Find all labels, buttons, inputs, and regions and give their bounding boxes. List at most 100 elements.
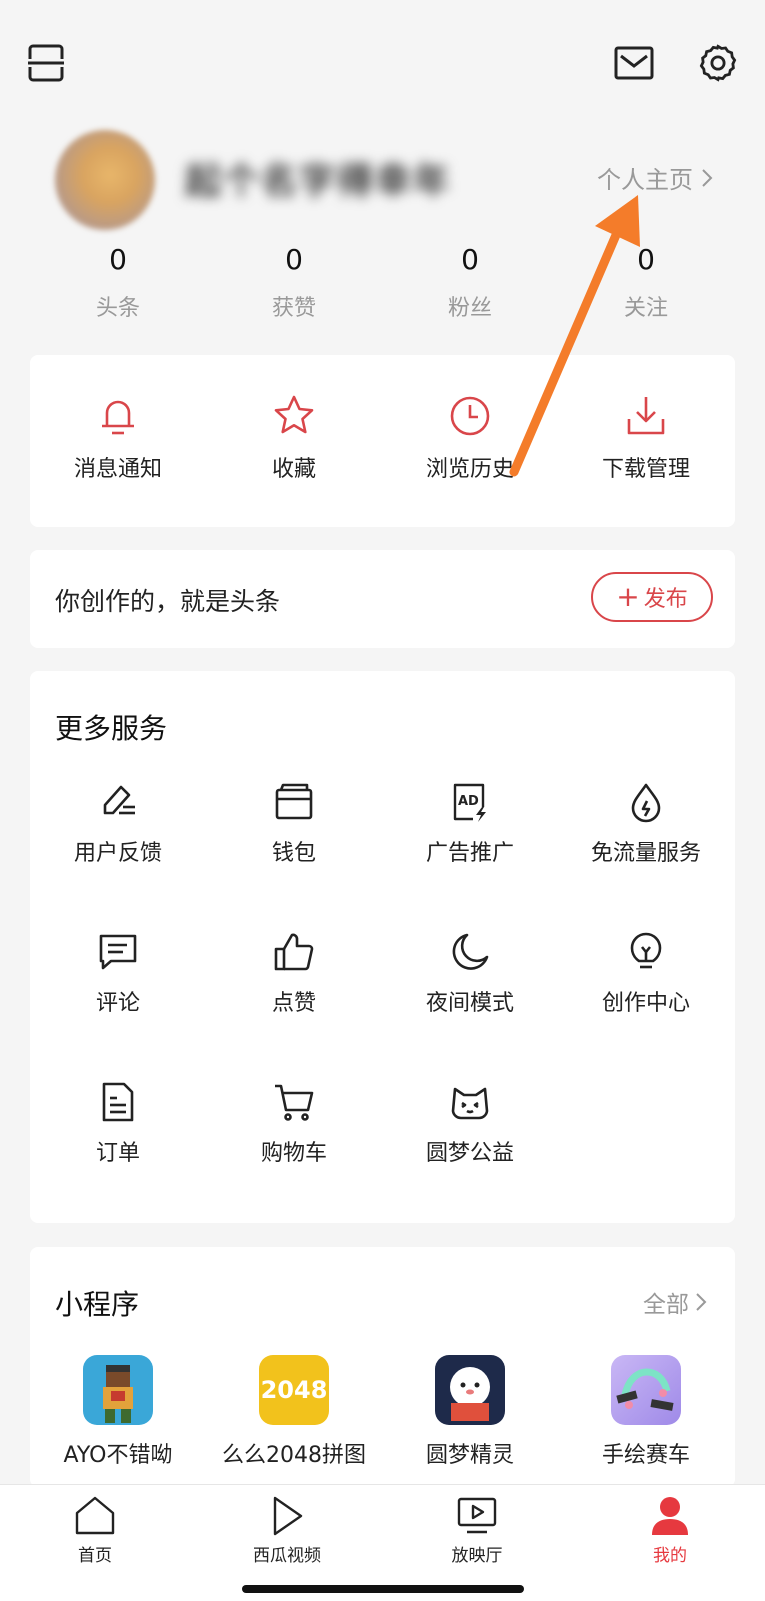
settings-gear-icon[interactable] xyxy=(693,38,743,88)
quick-action-downloads[interactable]: 下载管理 xyxy=(558,393,734,483)
mail-icon[interactable] xyxy=(609,38,659,88)
mini-program-label: 圆梦精灵 xyxy=(425,1443,514,1468)
stat-likes[interactable]: 0 获赞 xyxy=(206,240,382,322)
mini-program-label: 么么2048拼图 xyxy=(222,1443,366,1468)
service-label: 评论 xyxy=(95,991,140,1016)
quick-action-notifications[interactable]: 消息通知 xyxy=(30,393,206,483)
avatar[interactable] xyxy=(55,130,155,230)
quick-action-label: 浏览历史 xyxy=(425,457,514,482)
publish-button[interactable]: + 发布 xyxy=(591,572,713,622)
document-icon xyxy=(102,1082,134,1122)
service-night-mode[interactable]: 夜间模式 xyxy=(382,931,558,1081)
stat-label: 粉丝 xyxy=(447,296,492,321)
service-label: 订单 xyxy=(95,1141,140,1166)
nav-xigua-video[interactable]: 西瓜视频 xyxy=(222,1495,352,1566)
clock-icon xyxy=(450,396,490,436)
ayo-app-icon xyxy=(83,1355,153,1425)
download-icon xyxy=(627,397,665,435)
username[interactable]: 起个名字得幸年 xyxy=(185,152,451,204)
mini-programs-all-link[interactable]: 全部 xyxy=(643,1285,707,1319)
nav-label: 首页 xyxy=(78,1546,112,1566)
stat-value: 0 xyxy=(637,243,655,276)
scan-icon[interactable] xyxy=(21,38,71,88)
personal-homepage-link[interactable]: 个人主页 xyxy=(597,160,713,195)
stat-label: 关注 xyxy=(623,296,668,321)
service-label: 点赞 xyxy=(271,991,316,1016)
thumbs-up-icon xyxy=(274,933,314,971)
section-title: 更多服务 xyxy=(55,712,168,745)
quick-action-favorites[interactable]: 收藏 xyxy=(206,393,382,483)
service-shopping-cart[interactable]: 购物车 xyxy=(206,1081,382,1231)
homepage-link-label: 个人主页 xyxy=(597,166,693,194)
service-creator-center[interactable]: 创作中心 xyxy=(558,931,734,1081)
mini-programs-card: 小程序 全部 AYO不错呦 2048 么么2048拼图 圆梦精灵 手绘赛车 xyxy=(30,1247,735,1487)
service-label: 钱包 xyxy=(271,841,316,866)
star-icon xyxy=(274,395,314,434)
service-orders[interactable]: 订单 xyxy=(30,1081,206,1231)
stat-label: 头条 xyxy=(95,296,140,321)
cart-icon xyxy=(275,1084,314,1121)
service-empty-slot xyxy=(558,1081,734,1231)
racing-app-icon xyxy=(611,1355,681,1425)
nav-home[interactable]: 首页 xyxy=(30,1495,160,1566)
plus-icon: + xyxy=(616,580,640,613)
service-data-free[interactable]: 免流量服务 xyxy=(558,781,734,931)
dream-spirit-app-icon xyxy=(435,1355,505,1425)
publish-button-label: 发布 xyxy=(643,587,688,612)
quick-action-label: 下载管理 xyxy=(601,457,690,482)
profile-stats: 0 头条 0 获赞 0 粉丝 0 关注 xyxy=(30,240,735,322)
mini-program-dream-spirit[interactable]: 圆梦精灵 xyxy=(382,1355,558,1469)
ad-icon: AD xyxy=(453,783,486,822)
cat-face-icon xyxy=(451,1087,489,1120)
stat-label: 获赞 xyxy=(271,296,316,321)
mini-program-hand-drawn-racing[interactable]: 手绘赛车 xyxy=(558,1355,734,1469)
stat-value: 0 xyxy=(285,243,303,276)
service-label: 圆梦公益 xyxy=(425,1141,514,1166)
stat-following[interactable]: 0 关注 xyxy=(558,240,734,322)
stat-value: 0 xyxy=(109,243,127,276)
stat-followers[interactable]: 0 粉丝 xyxy=(382,240,558,322)
home-indicator xyxy=(242,1585,524,1593)
mini-program-label: 手绘赛车 xyxy=(601,1443,690,1468)
stat-posts[interactable]: 0 头条 xyxy=(30,240,206,322)
quick-actions-card: 消息通知 收藏 浏览历史 下载管理 xyxy=(30,355,735,527)
svg-text:AD: AD xyxy=(458,794,479,809)
nav-mine[interactable]: 我的 xyxy=(605,1495,735,1566)
service-charity[interactable]: 圆梦公益 xyxy=(382,1081,558,1231)
moon-icon xyxy=(452,933,489,970)
2048-app-icon: 2048 xyxy=(259,1355,329,1425)
person-icon xyxy=(652,1497,688,1535)
service-label: 免流量服务 xyxy=(590,841,701,866)
publish-slogan: 你创作的，就是头条 xyxy=(55,587,281,616)
quick-action-history[interactable]: 浏览历史 xyxy=(382,393,558,483)
service-label: 创作中心 xyxy=(601,991,690,1016)
service-label: 广告推广 xyxy=(425,841,514,866)
all-link-label: 全部 xyxy=(643,1292,689,1318)
nav-label: 我的 xyxy=(653,1546,687,1566)
drop-icon xyxy=(631,783,661,823)
play-icon xyxy=(273,1496,303,1536)
service-ad-promotion[interactable]: AD 广告推广 xyxy=(382,781,558,931)
publish-card: 你创作的，就是头条 + 发布 xyxy=(30,550,735,648)
service-wallet[interactable]: 钱包 xyxy=(206,781,382,931)
service-label: 夜间模式 xyxy=(425,991,514,1016)
nav-label: 放映厅 xyxy=(451,1546,503,1566)
mini-program-label: AYO不错呦 xyxy=(63,1443,173,1468)
service-label: 用户反馈 xyxy=(73,841,162,866)
tv-play-icon xyxy=(457,1497,497,1534)
section-title: 小程序 xyxy=(55,1288,140,1321)
service-feedback[interactable]: 用户反馈 xyxy=(30,781,206,931)
service-likes[interactable]: 点赞 xyxy=(206,931,382,1081)
nav-label: 西瓜视频 xyxy=(253,1546,321,1566)
nav-cinema[interactable]: 放映厅 xyxy=(412,1495,542,1566)
service-comments[interactable]: 评论 xyxy=(30,931,206,1081)
more-services-card: 更多服务 用户反馈 钱包 AD 广告推广 免流量服务 评论 点赞 夜间模式 创作… xyxy=(30,671,735,1223)
bell-icon xyxy=(102,400,134,435)
service-label: 购物车 xyxy=(260,1141,327,1166)
chevron-right-icon xyxy=(702,168,713,187)
mini-program-2048[interactable]: 2048 么么2048拼图 xyxy=(206,1355,382,1469)
wallet-icon xyxy=(275,783,313,820)
mini-program-ayo[interactable]: AYO不错呦 xyxy=(30,1355,206,1469)
pencil-icon xyxy=(103,785,135,815)
bottom-navigation: 首页 西瓜视频 放映厅 我的 xyxy=(0,1484,765,1601)
